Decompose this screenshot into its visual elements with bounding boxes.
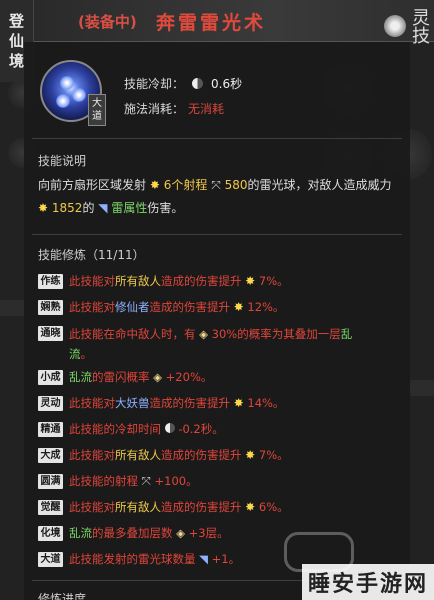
skill-description: 向前方扇形区域发射 ✸ 6个射程 ⤧ 580的雷光球，对敌人造成威力 ✸ 185… [38, 174, 394, 220]
mod-row: 大成 此技能对所有敌人造成的伤害提升 ✸ 7%。 [38, 446, 289, 464]
desc-power: 1852 [51, 201, 83, 215]
thunder-element-icon: ◥ [98, 201, 108, 215]
star-icon: ✸ [38, 201, 49, 215]
equipped-status: (装备中) [78, 13, 137, 31]
chance-icon: ◈ [176, 526, 186, 540]
divider [32, 138, 402, 139]
skill-detail-panel: 大道 技能冷却： 0.6秒 施法消耗： 无消耗 技能说明 向前方扇形区域发射 ✸… [24, 42, 410, 600]
thunder-element-icon: ◥ [199, 552, 209, 566]
realm-tab-char-2: 仙 [8, 32, 24, 50]
desc-text: 伤害。 [147, 201, 184, 215]
cooldown-label: 技能冷却： [124, 77, 185, 91]
desc-count: 6个射程 [163, 178, 208, 192]
mod-tag: 娴熟 [38, 299, 63, 315]
star-icon: ✸ [233, 396, 244, 410]
star-icon: ✸ [245, 500, 256, 514]
mod-tag: 化境 [38, 525, 63, 541]
mod-row: 精通 此技能的冷却时间 -0.2秒。 [38, 420, 224, 438]
range-icon: ⤧ [141, 474, 151, 488]
mod-tag: 精通 [38, 421, 63, 437]
mod-row: 通晓 此技能在命中敌人时，有 ◈ 30%的概率为其叠加一层乱 流。 [38, 324, 379, 364]
desc-text: 的 [82, 201, 95, 215]
site-watermark: 睡安手游网 [302, 564, 434, 600]
mod-tag: 灵动 [38, 395, 63, 411]
logo-emblem-icon [384, 15, 406, 37]
mod-tag: 圆满 [38, 473, 63, 489]
desc-range: 580 [224, 178, 248, 192]
mod-row: 灵动 此技能对大妖兽造成的伤害提升 ✸ 14%。 [38, 394, 284, 412]
cooldown-clock-icon [192, 78, 204, 89]
cooldown-clock-icon [164, 423, 175, 433]
mod-tag: 觉醒 [38, 499, 63, 515]
cost-value: 无消耗 [188, 102, 225, 116]
mod-tag: 大成 [38, 447, 63, 463]
training-progress-label: 修炼进度 [38, 592, 87, 600]
star-icon: ✸ [245, 448, 256, 462]
mod-row: 作练 此技能对所有敌人造成的伤害提升 ✸ 7%。 [38, 272, 289, 290]
skill-name: 奔雷雷光术 [156, 12, 267, 34]
mod-tag: 作练 [38, 273, 63, 289]
range-icon: ⤧ [211, 178, 221, 192]
mod-tag: 小成 [38, 369, 63, 385]
desc-element: 雷属性 [111, 201, 148, 215]
skill-grade-badge: 大道 [88, 94, 106, 126]
skill-header: (装备中) 奔雷雷光术 灵技 [34, 0, 434, 44]
mod-row: 圆满 此技能的射程 ⤧ +100。 [38, 472, 198, 490]
desc-text: 的雷光球，对敌人造成威力 [247, 178, 392, 192]
logo-text: 灵技 [409, 8, 430, 44]
cooldown-value: 0.6秒 [211, 77, 243, 91]
mod-row: 小成 乱流的雷闪概率 ◈ +20%。 [38, 368, 212, 386]
desc-text: 向前方扇形区域发射 [38, 178, 147, 192]
chance-icon: ◈ [153, 370, 163, 384]
star-icon: ✸ [245, 274, 256, 288]
divider [32, 234, 402, 235]
cost-label: 施法消耗： [124, 102, 185, 116]
cost-row: 施法消耗： 无消耗 [124, 100, 224, 117]
mod-row: 大道 此技能发射的雷光球数量 ◥ +1。 [38, 550, 240, 568]
star-icon: ✸ [233, 300, 244, 314]
mod-tag: 大道 [38, 551, 63, 567]
mods-title: 技能修炼（11/11） [38, 248, 145, 262]
realm-tab-char-3: 境 [8, 52, 24, 70]
chance-icon: ◈ [199, 327, 209, 341]
realm-tab-char-1: 登 [8, 12, 24, 30]
mod-row: 觉醒 此技能对所有敌人造成的伤害提升 ✸ 6%。 [38, 498, 289, 516]
mod-row: 化境 乱流的最多叠加层数 ◈ +3层。 [38, 524, 229, 542]
description-title: 技能说明 [38, 154, 87, 168]
game-logo: 灵技 [366, 6, 430, 46]
mod-row: 娴熟 此技能对修仙者造成的伤害提升 ✸ 12%。 [38, 298, 284, 316]
cooldown-row: 技能冷却： 0.6秒 [124, 75, 242, 92]
mod-tag: 通晓 [38, 326, 63, 341]
star-icon: ✸ [149, 178, 160, 192]
